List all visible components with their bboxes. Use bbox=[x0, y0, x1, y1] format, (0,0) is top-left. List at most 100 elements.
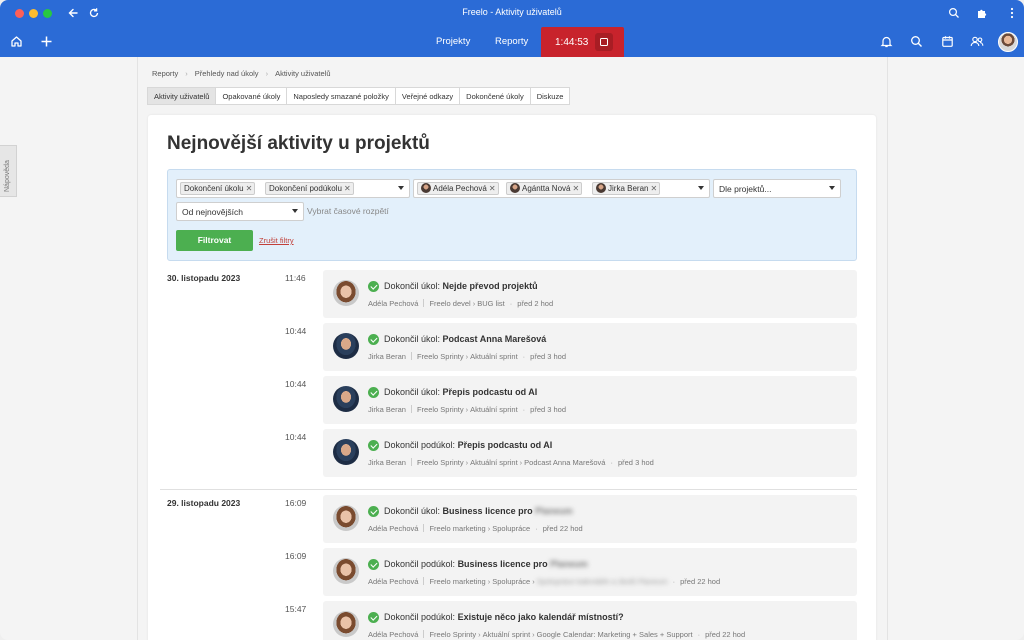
project-link[interactable]: Freelo Sprinty bbox=[429, 630, 476, 639]
activity-title: Dokončil podúkol: Přepis podcastu od AI bbox=[384, 440, 552, 450]
day-divider bbox=[160, 489, 857, 490]
task-link[interactable]: Přepis podcastu od AI bbox=[443, 387, 538, 397]
activity-item[interactable]: Dokončil úkol: Podcast Anna Marešová Jir… bbox=[323, 323, 857, 371]
avatar bbox=[333, 333, 359, 359]
tasklist-link[interactable]: Aktuální sprint bbox=[470, 458, 518, 467]
chevron-right-icon: › bbox=[519, 458, 523, 467]
help-tab-label: Nápověda bbox=[4, 160, 11, 192]
tasklist-link[interactable]: Aktuální sprint bbox=[483, 630, 531, 639]
breadcrumb: Reporty › Přehledy nad úkoly › Aktivity uživ… bbox=[152, 69, 331, 78]
tab-user-activities[interactable]: Aktivity uživatelů bbox=[147, 87, 217, 105]
tab-completed-tasks[interactable]: Dokončené úkoly bbox=[459, 87, 531, 105]
nav-reports-link[interactable]: Reporty bbox=[495, 36, 528, 47]
remove-chip-icon[interactable]: ✕ bbox=[650, 184, 657, 193]
chip-label: Adéla Pechová bbox=[433, 184, 487, 193]
activity-user[interactable]: Adéla Pechová bbox=[368, 630, 418, 639]
project-link[interactable]: Freelo Sprinty bbox=[417, 405, 464, 414]
activity-user[interactable]: Jirka Beran bbox=[368, 405, 406, 414]
project-link[interactable]: Freelo marketing bbox=[429, 524, 485, 533]
report-tabs: Aktivity uživatelů Opakované úkoly Napos… bbox=[147, 87, 571, 105]
project-link[interactable]: Freelo marketing bbox=[429, 577, 485, 586]
activity-title: Dokončil podúkol: Business licence pro P… bbox=[384, 559, 588, 569]
breadcrumb-user-activities: Aktivity uživatelů bbox=[275, 69, 331, 78]
users-icon[interactable] bbox=[969, 35, 985, 49]
activity-meta: Adéla Pechová Freelo marketing › Spolupráce… bbox=[368, 577, 721, 586]
zoom-icon[interactable] bbox=[946, 7, 962, 21]
breadcrumb-reports[interactable]: Reporty bbox=[152, 69, 178, 78]
top-bar: Freelo - Aktivity uživatelů Projekty Rep… bbox=[0, 0, 1024, 57]
activity-user[interactable]: Jirka Beran bbox=[368, 352, 406, 361]
time-ago: před 3 hod bbox=[530, 405, 567, 414]
page-title: Nejnovější aktivity u projektů bbox=[167, 133, 430, 154]
project-link[interactable]: Freelo devel bbox=[429, 299, 470, 308]
task-link[interactable]: Existuje něco jako kalendář místností? bbox=[458, 612, 624, 622]
time-tracker: 1:44:53 bbox=[541, 27, 624, 57]
help-side-tab[interactable]: Nápověda bbox=[0, 145, 17, 197]
search-icon[interactable] bbox=[908, 35, 924, 49]
tasklist-link[interactable]: BUG list bbox=[477, 299, 505, 308]
day-label: 30. listopadu 2023 bbox=[167, 273, 241, 283]
extensions-puzzle-icon[interactable] bbox=[974, 7, 990, 21]
project-link[interactable]: Freelo Sprinty bbox=[417, 352, 464, 361]
tasklist-link[interactable]: Aktuální sprint bbox=[470, 405, 518, 414]
activity-title: Dokončil podúkol: Existuje něco jako kal… bbox=[384, 612, 624, 622]
project-link[interactable]: Freelo Sprinty bbox=[417, 458, 464, 467]
remove-chip-icon[interactable]: ✕ bbox=[489, 184, 496, 193]
reset-filters-link[interactable]: Zrušit filtry bbox=[259, 236, 294, 245]
date-range-input[interactable]: Vybrat časové rozpětí bbox=[307, 206, 389, 216]
user-chip: Jirka Beran ✕ bbox=[592, 182, 661, 195]
app-window: Freelo - Aktivity uživatelů Projekty Rep… bbox=[0, 0, 1024, 640]
add-plus-icon[interactable] bbox=[38, 35, 54, 49]
tasklist-link[interactable]: Spolupráce bbox=[492, 577, 530, 586]
activity-item[interactable]: Dokončil podúkol: Přepis podcastu od AI … bbox=[323, 429, 857, 477]
filter-chip: Dokončení podúkolu ✕ bbox=[265, 182, 354, 195]
activity-user[interactable]: Adéla Pechová bbox=[368, 299, 418, 308]
tab-discussions[interactable]: Diskuze bbox=[529, 87, 571, 105]
parent-task-link[interactable]: Podcast Anna Marešová bbox=[524, 458, 605, 467]
remove-chip-icon[interactable]: ✕ bbox=[344, 184, 351, 193]
activity-item[interactable]: Dokončil podúkol: Business licence pro P… bbox=[323, 548, 857, 596]
activity-user[interactable]: Jirka Beran bbox=[368, 458, 406, 467]
time-ago: před 3 hod bbox=[617, 458, 654, 467]
home-icon[interactable] bbox=[8, 35, 24, 49]
activity-time: 10:44 bbox=[285, 326, 307, 336]
users-select[interactable]: Adéla Pechová ✕ Agántta Nová ✕ Jirka Beran… bbox=[413, 179, 710, 198]
task-link[interactable]: Business licence pro bbox=[443, 506, 533, 516]
chevron-right-icon: › bbox=[265, 69, 269, 78]
projects-select[interactable]: Dle projektů... bbox=[713, 179, 841, 198]
breadcrumb-task-overviews[interactable]: Přehledy nad úkoly bbox=[195, 69, 259, 78]
task-link[interactable]: Nejde převod projektů bbox=[443, 281, 538, 291]
remove-chip-icon[interactable]: ✕ bbox=[572, 184, 579, 193]
avatar bbox=[596, 183, 606, 193]
activity-user[interactable]: Adéla Pechová bbox=[368, 577, 418, 586]
activity-item[interactable]: Dokončil úkol: Business licence pro Plan… bbox=[323, 495, 857, 543]
activity-item[interactable]: Dokončil podúkol: Existuje něco jako kal… bbox=[323, 601, 857, 640]
notifications-bell-icon[interactable] bbox=[878, 35, 894, 49]
activity-type-select[interactable]: Dokončení úkolu ✕ Dokončení podúkolu ✕ bbox=[176, 179, 410, 198]
tab-public-links[interactable]: Veřejné odkazy bbox=[394, 87, 461, 105]
calendar-icon[interactable] bbox=[939, 35, 955, 49]
time-ago: před 2 hod bbox=[517, 299, 554, 308]
activity-item[interactable]: Dokončil úkol: Nejde převod projektů Adé… bbox=[323, 270, 857, 318]
task-link[interactable]: Podcast Anna Marešová bbox=[443, 334, 547, 344]
chevron-right-icon: › bbox=[465, 405, 469, 414]
user-avatar[interactable] bbox=[998, 32, 1018, 52]
task-link[interactable]: Přepis podcastu od AI bbox=[458, 440, 553, 450]
chevron-down-icon bbox=[292, 209, 298, 213]
activity-title: Dokončil úkol: Nejde převod projektů bbox=[384, 281, 538, 291]
chevron-right-icon: › bbox=[185, 69, 188, 78]
tab-recurring-tasks[interactable]: Opakované úkoly bbox=[215, 87, 288, 105]
tasklist-link[interactable]: Aktuální sprint bbox=[470, 352, 518, 361]
tasklist-link[interactable]: Spolupráce bbox=[492, 524, 530, 533]
nav-projects-link[interactable]: Projekty bbox=[436, 36, 470, 47]
activity-user[interactable]: Adéla Pechová bbox=[368, 524, 418, 533]
kebab-menu-icon[interactable] bbox=[1004, 7, 1020, 21]
sort-select[interactable]: Od nejnovějších bbox=[176, 202, 304, 221]
tab-recently-deleted[interactable]: Naposledy smazané položky bbox=[286, 87, 396, 105]
timer-stop-button[interactable] bbox=[595, 33, 613, 51]
parent-task-link[interactable]: Google Calendar: Marketing + Sales + Sup… bbox=[537, 630, 693, 639]
activity-item[interactable]: Dokončil úkol: Přepis podcastu od AI Jir… bbox=[323, 376, 857, 424]
remove-chip-icon[interactable]: ✕ bbox=[246, 184, 253, 193]
filter-button[interactable]: Filtrovat bbox=[176, 230, 253, 251]
task-link[interactable]: Business licence pro bbox=[458, 559, 548, 569]
